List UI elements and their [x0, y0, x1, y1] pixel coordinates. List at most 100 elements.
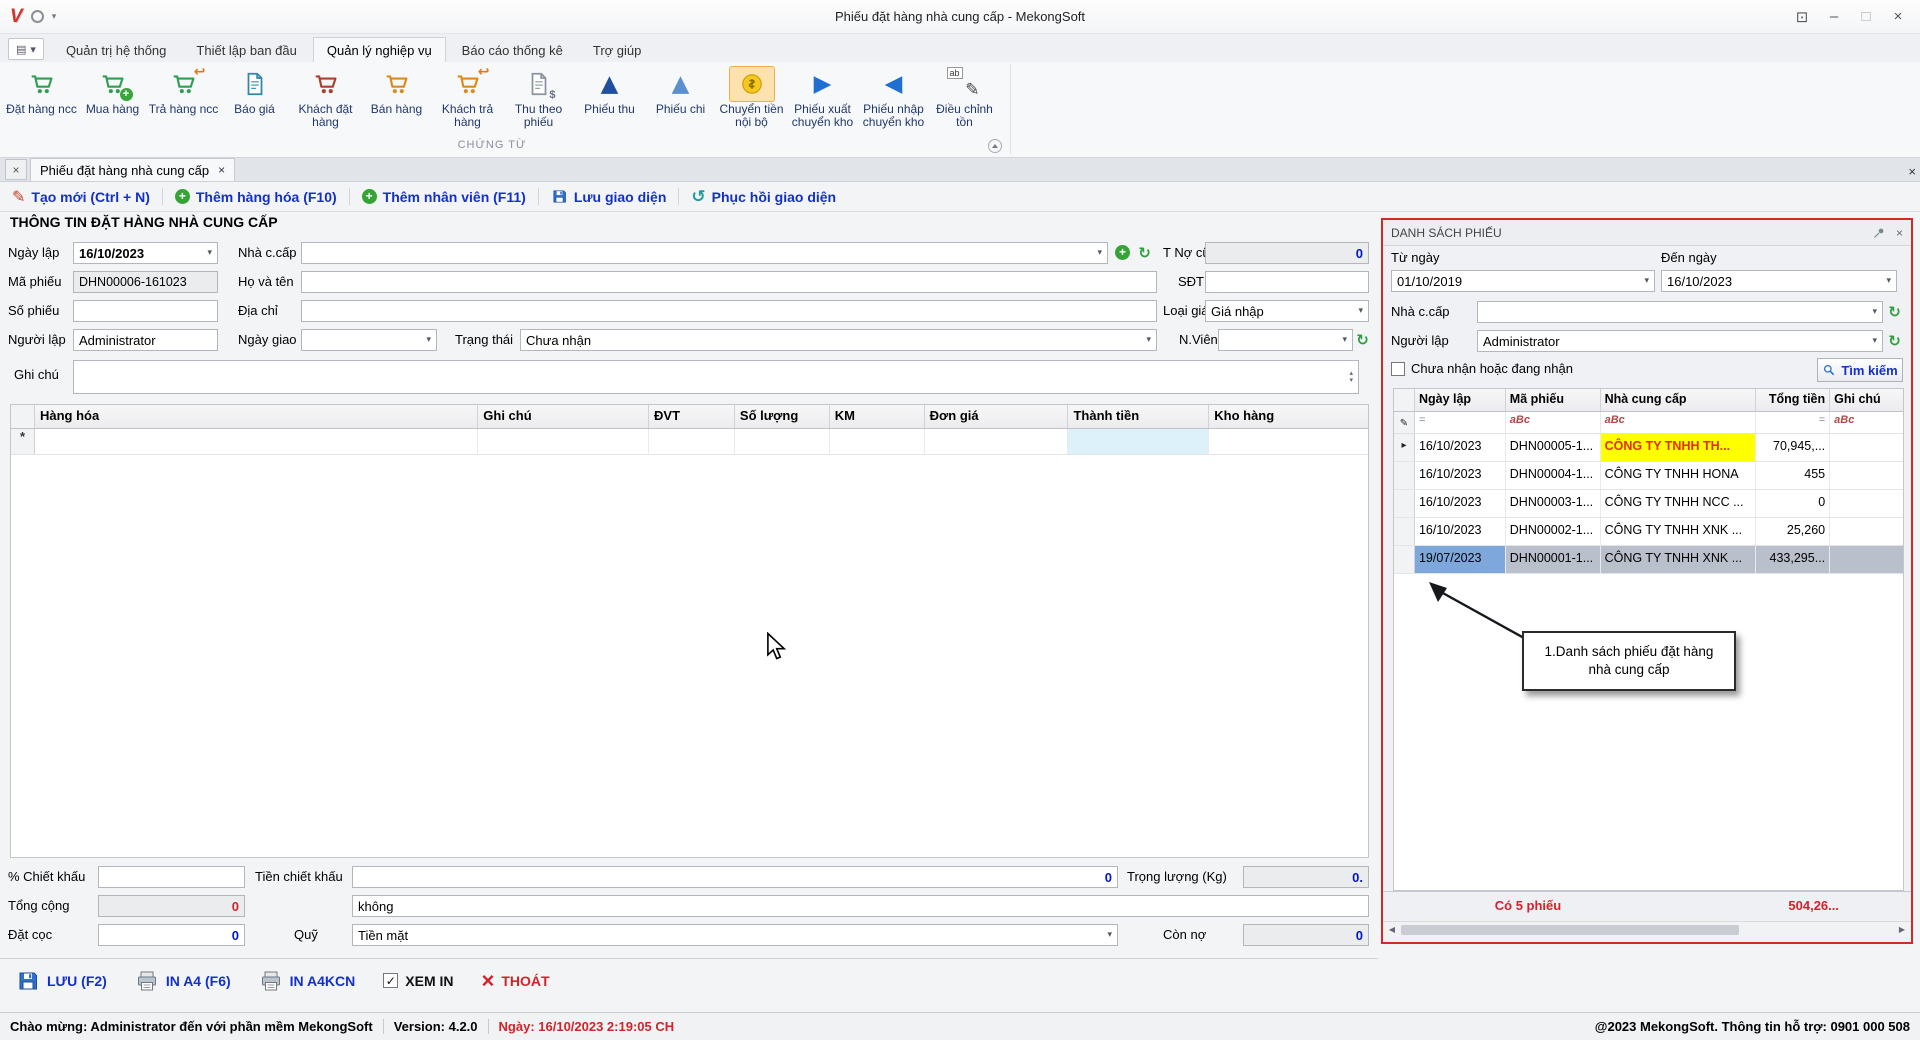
- field-dia-chi[interactable]: [301, 300, 1157, 322]
- restore-layout-button[interactable]: ↺ Phục hồi giao diện: [691, 187, 836, 207]
- col-kho-hang[interactable]: Kho hàng: [1209, 405, 1368, 428]
- col-nha-cung-cap[interactable]: Nhà cung cấp: [1601, 389, 1757, 411]
- ribbon-button-bao-gia[interactable]: Báo giá: [219, 65, 290, 139]
- refresh-panel-supplier-icon[interactable]: ↻: [1886, 303, 1903, 321]
- col-ghi-chu[interactable]: Ghi chú: [1830, 389, 1903, 411]
- field-nha-cung-cap[interactable]: ▾: [301, 242, 1108, 264]
- tabbar-close-icon[interactable]: ×: [1908, 164, 1916, 179]
- add-employee-button[interactable]: + Thêm nhân viên (F11): [361, 189, 526, 205]
- field-so-phieu[interactable]: [73, 300, 218, 322]
- items-grid[interactable]: Hàng hóa Ghi chú ĐVT Số lượng KM Đơn giá…: [10, 404, 1369, 858]
- exit-button[interactable]: × THOÁT: [482, 969, 550, 991]
- ribbon-button-khach-tra-hang[interactable]: ↩ Khách trả hàng: [432, 64, 503, 139]
- create-new-button[interactable]: ✎ Tạo mới (Ctrl + N): [12, 187, 150, 206]
- ribbon-button-khach-dat-hang[interactable]: Khách đặt hàng: [290, 65, 361, 139]
- ribbon-button-phieu-chi[interactable]: ▲ Phiếu chi: [645, 65, 716, 139]
- filter-code[interactable]: aBc: [1506, 412, 1601, 433]
- save-layout-button[interactable]: Lưu giao diện: [551, 188, 666, 205]
- tab-phieu-dat-hang-nha-cung-cap[interactable]: Phiếu đặt hàng nhà cung cấp ×: [30, 158, 236, 181]
- ribbon-tab-thiet-lap-ban-dau[interactable]: Thiết lập ban đầu: [182, 37, 310, 62]
- field-panel-nha-cung-cap[interactable]: ▾: [1477, 301, 1883, 323]
- col-ghi-chu[interactable]: Ghi chú: [478, 405, 650, 428]
- col-dvt[interactable]: ĐVT: [649, 405, 735, 428]
- ribbon-button-phieu-xuat-chuyen-kho[interactable]: ▶ Phiếu xuất chuyển kho: [787, 65, 858, 139]
- refresh-supplier-icon[interactable]: ↻: [1136, 244, 1153, 262]
- field-nhan-vien[interactable]: ▾: [1218, 329, 1353, 351]
- field-ho-va-ten[interactable]: [301, 271, 1157, 293]
- field-loai-gia[interactable]: Giá nhập ▾: [1205, 300, 1369, 322]
- ribbon-group-launcher-icon[interactable]: [988, 139, 1002, 153]
- quick-access-icon[interactable]: [30, 10, 44, 23]
- ribbon-button-dieu-chinh-ton[interactable]: ab ✎ Điều chỉnh tồn: [929, 65, 1000, 139]
- search-button[interactable]: Tìm kiếm: [1817, 358, 1903, 382]
- application-menu-button[interactable]: ▤ ▾: [8, 38, 44, 60]
- ribbon-button-ban-hang[interactable]: Bán hàng: [361, 65, 432, 139]
- filter-supplier[interactable]: aBc: [1601, 412, 1757, 433]
- field-sdt[interactable]: [1205, 271, 1369, 293]
- scrollbar-thumb[interactable]: [1401, 924, 1739, 935]
- field-panel-nguoi-lap[interactable]: Administrator ▾: [1477, 330, 1883, 352]
- save-button[interactable]: LƯU (F2): [16, 969, 107, 993]
- field-tu-ngay[interactable]: 01/10/2019 ▾: [1391, 270, 1655, 292]
- field-ngay-giao[interactable]: ▾: [301, 329, 437, 351]
- panel-close-icon[interactable]: ×: [1896, 226, 1903, 240]
- col-tong-tien[interactable]: Tổng tiền: [1756, 389, 1831, 411]
- field-quy[interactable]: Tiền mặt ▾: [352, 924, 1118, 946]
- field-den-ngay[interactable]: 16/10/2023 ▾: [1661, 270, 1897, 292]
- ribbon-button-chuyen-tien-noi-bo[interactable]: Chuyển tiền nội bộ: [716, 65, 787, 139]
- refresh-employee-icon[interactable]: ↻: [1354, 331, 1371, 349]
- order-row[interactable]: 16/10/2023 DHN00004-1... CÔNG TY TNHH HO…: [1394, 462, 1903, 490]
- field-trang-thai[interactable]: Chưa nhận ▾: [520, 329, 1157, 351]
- field-pct-chiet-khau[interactable]: [98, 866, 245, 888]
- horizontal-scrollbar[interactable]: ◀ ▶: [1383, 921, 1911, 937]
- order-row[interactable]: 16/10/2023 DHN00003-1... CÔNG TY TNHH NC…: [1394, 490, 1903, 518]
- field-so-tien-bang-chu[interactable]: không: [352, 895, 1369, 917]
- order-row[interactable]: 16/10/2023 DHN00002-1... CÔNG TY TNHH XN…: [1394, 518, 1903, 546]
- maximize-icon[interactable]: □: [1850, 5, 1882, 29]
- filter-note[interactable]: aBc: [1830, 412, 1903, 433]
- status-filter-checkbox[interactable]: Chưa nhận hoặc đang nhận: [1391, 361, 1573, 376]
- filter-row[interactable]: ✎ = aBc aBc = aBc: [1394, 412, 1903, 434]
- col-hang-hoa[interactable]: Hàng hóa: [35, 405, 479, 428]
- field-tien-chiet-khau[interactable]: 0: [352, 866, 1118, 888]
- print-a4-button[interactable]: IN A4 (F6): [135, 969, 231, 993]
- add-supplier-button[interactable]: +: [1114, 244, 1131, 261]
- field-ghi-chu[interactable]: ▴ ▾: [73, 360, 1359, 394]
- ribbon-tab-bao-cao-thong-ke[interactable]: Báo cáo thống kê: [448, 37, 577, 62]
- filter-total[interactable]: =: [1756, 412, 1831, 433]
- close-icon[interactable]: ×: [1882, 5, 1914, 29]
- new-row[interactable]: *: [11, 429, 1368, 455]
- ribbon-tab-tro-giup[interactable]: Trợ giúp: [579, 37, 656, 62]
- ribbon-button-thu-theo-phieu[interactable]: $ Thu theo phiếu: [503, 65, 574, 139]
- ribbon-button-dat-hang-ncc[interactable]: Đặt hàng ncc: [6, 65, 77, 139]
- order-row[interactable]: ▸ 16/10/2023 DHN00005-1... CÔNG TY TNHH …: [1394, 434, 1903, 462]
- close-document-icon[interactable]: ×: [5, 159, 27, 180]
- ribbon-tab-quan-ly-nghiep-vu[interactable]: Quản lý nghiệp vụ: [312, 37, 446, 62]
- quick-access-chevron-down-icon[interactable]: ▾: [52, 11, 57, 22]
- minimize-icon[interactable]: –: [1818, 5, 1850, 29]
- print-a4kcn-button[interactable]: IN A4KCN: [259, 969, 355, 993]
- col-ngay-lap[interactable]: Ngày lập: [1415, 389, 1506, 411]
- ribbon-button-mua-hang[interactable]: + Mua hàng: [77, 65, 148, 139]
- preview-checkbox[interactable]: ✓ XEM IN: [383, 973, 454, 989]
- ribbon-tab-quan-tri-he-thong[interactable]: Quản trị hệ thống: [52, 37, 180, 62]
- col-thanh-tien[interactable]: Thành tiền: [1068, 405, 1210, 428]
- spinner-icons[interactable]: ▴ ▾: [1349, 370, 1353, 384]
- col-so-luong[interactable]: Số lượng: [735, 405, 830, 428]
- field-dat-coc[interactable]: 0: [98, 924, 245, 946]
- filter-date[interactable]: =: [1415, 412, 1506, 433]
- fit-screen-icon[interactable]: ⊡: [1786, 5, 1818, 29]
- col-don-gia[interactable]: Đơn giá: [925, 405, 1069, 428]
- add-item-button[interactable]: + Thêm hàng hóa (F10): [174, 189, 337, 205]
- refresh-panel-user-icon[interactable]: ↻: [1886, 332, 1903, 350]
- col-km[interactable]: KM: [830, 405, 925, 428]
- scroll-right-icon[interactable]: ▶: [1895, 925, 1909, 934]
- order-row-selected[interactable]: 19/07/2023 DHN00001-1... CÔNG TY TNHH XN…: [1394, 546, 1903, 574]
- col-ma-phieu[interactable]: Mã phiếu: [1506, 389, 1601, 411]
- ribbon-button-phieu-thu[interactable]: ▲ Phiếu thu: [574, 65, 645, 139]
- pin-icon[interactable]: [1872, 226, 1886, 240]
- ribbon-button-phieu-nhap-chuyen-kho[interactable]: ◀ Phiếu nhập chuyển kho: [858, 65, 929, 139]
- field-ngay-lap[interactable]: 16/10/2023 ▾: [73, 242, 218, 264]
- scroll-left-icon[interactable]: ◀: [1385, 925, 1399, 934]
- tab-close-icon[interactable]: ×: [218, 163, 225, 177]
